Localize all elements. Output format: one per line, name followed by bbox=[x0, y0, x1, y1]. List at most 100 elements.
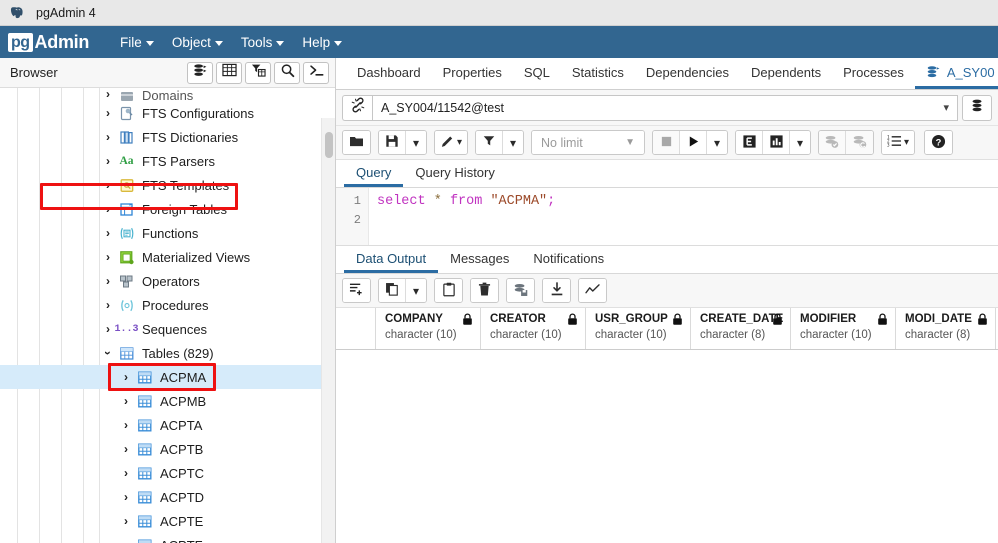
query-tab-query[interactable]: Query bbox=[344, 160, 404, 187]
execute-query-button[interactable] bbox=[680, 131, 708, 154]
chevron-down-icon[interactable]: ▾ bbox=[943, 101, 949, 114]
copy-dropdown-button[interactable]: ▾ bbox=[406, 279, 426, 302]
macros-button[interactable]: 1 2 3 ▾ bbox=[882, 131, 915, 154]
menu-help[interactable]: Help bbox=[293, 31, 351, 54]
filter-button[interactable] bbox=[476, 131, 504, 154]
chevron-right-icon[interactable]: › bbox=[118, 443, 134, 455]
rollback-button[interactable] bbox=[846, 131, 874, 154]
paste-button[interactable] bbox=[435, 279, 462, 302]
add-row-button[interactable] bbox=[343, 279, 370, 302]
tree-item-foreign-tables[interactable]: › Foreign Tables bbox=[0, 197, 335, 221]
grid-column-header-usr_group[interactable]: USR_GROUP character (10) bbox=[586, 308, 691, 349]
save-dropdown-button[interactable]: ▾ bbox=[406, 131, 426, 154]
search-objects-button[interactable] bbox=[274, 61, 300, 84]
tree-item-materialized-views[interactable]: › Materialized Views bbox=[0, 245, 335, 269]
tree-item-acptf[interactable]: › ACPTF bbox=[0, 533, 335, 543]
tree-item-fts-configurations[interactable]: › FTS Configurations bbox=[0, 101, 335, 125]
grid-column-header-creator[interactable]: CREATOR character (10) bbox=[481, 308, 586, 349]
tree-item-functions[interactable]: › Functions bbox=[0, 221, 335, 245]
menu-file[interactable]: File bbox=[111, 31, 163, 54]
tree-item-acpta[interactable]: › ACPTA bbox=[0, 413, 335, 437]
delete-row-button[interactable] bbox=[471, 279, 498, 302]
explain-button[interactable] bbox=[736, 131, 764, 154]
tab-properties[interactable]: Properties bbox=[432, 58, 513, 89]
edit-button[interactable]: ▾ bbox=[435, 131, 468, 154]
copy-button[interactable] bbox=[379, 279, 406, 302]
chevron-down-icon[interactable]: › bbox=[101, 345, 115, 361]
chevron-right-icon[interactable]: › bbox=[100, 275, 116, 287]
tab-statistics[interactable]: Statistics bbox=[561, 58, 635, 89]
tree-item-operators[interactable]: › Operators bbox=[0, 269, 335, 293]
psql-tool-button[interactable] bbox=[303, 61, 329, 84]
row-limit-select[interactable]: No limit ▼ bbox=[532, 131, 645, 154]
chevron-right-icon[interactable]: › bbox=[100, 88, 116, 100]
tab-dashboard[interactable]: Dashboard bbox=[346, 58, 432, 89]
tree-item-acptb[interactable]: › ACPTB bbox=[0, 437, 335, 461]
explain-analyze-button[interactable] bbox=[763, 131, 791, 154]
tab-dependencies[interactable]: Dependencies bbox=[635, 58, 740, 89]
tree-item-acpmb[interactable]: › ACPMB bbox=[0, 389, 335, 413]
chevron-right-icon[interactable]: › bbox=[100, 203, 116, 215]
save-file-button[interactable] bbox=[379, 131, 406, 154]
chevron-right-icon[interactable]: › bbox=[100, 227, 116, 239]
query-tab-query-history[interactable]: Query History bbox=[403, 160, 506, 187]
output-tab-messages[interactable]: Messages bbox=[438, 246, 521, 273]
chevron-right-icon[interactable]: › bbox=[100, 251, 116, 263]
chevron-right-icon[interactable]: › bbox=[100, 155, 116, 167]
tab-a-sy00[interactable]: A_SY00 bbox=[914, 58, 998, 89]
chevron-right-icon[interactable]: › bbox=[100, 179, 116, 191]
browser-scrollbar[interactable] bbox=[321, 118, 335, 543]
graph-visualiser-button[interactable] bbox=[579, 279, 606, 302]
result-grid[interactable]: COMPANY character (10) CREATOR character (1… bbox=[336, 308, 998, 543]
help-button[interactable]: ? bbox=[925, 131, 953, 154]
tree-item-tables-829[interactable]: › Tables (829) bbox=[0, 341, 335, 365]
stop-query-button[interactable] bbox=[653, 131, 681, 154]
tree-item-sequences[interactable]: › 1..3 Sequences bbox=[0, 317, 335, 341]
chevron-right-icon[interactable]: › bbox=[100, 131, 116, 143]
chevron-right-icon[interactable]: › bbox=[118, 515, 134, 527]
tree-item-acptd[interactable]: › ACPTD bbox=[0, 485, 335, 509]
menu-object[interactable]: Object bbox=[163, 31, 232, 54]
download-csv-button[interactable] bbox=[543, 279, 570, 302]
tree-item-acpte[interactable]: › ACPTE bbox=[0, 509, 335, 533]
chevron-right-icon[interactable]: › bbox=[118, 467, 134, 479]
grid-column-header-create_date[interactable]: CREATE_DATE character (8) bbox=[691, 308, 791, 349]
tree-item-fts-parsers[interactable]: › Aa FTS Parsers bbox=[0, 149, 335, 173]
chevron-right-icon[interactable]: › bbox=[118, 419, 134, 431]
chevron-right-icon[interactable]: › bbox=[118, 395, 134, 407]
object-tree[interactable]: › Domains › FTS Configurations › FTS Dictiona… bbox=[0, 88, 335, 543]
filter-objects-button[interactable] bbox=[245, 61, 271, 84]
grid-column-header-company[interactable]: COMPANY character (10) bbox=[376, 308, 481, 349]
sql-editor[interactable]: 12 select * from "ACPMA"; bbox=[336, 188, 998, 246]
tree-item-domains[interactable]: › Domains bbox=[0, 88, 335, 101]
chevron-right-icon[interactable]: › bbox=[118, 491, 134, 503]
tree-item-acptc[interactable]: › ACPTC bbox=[0, 461, 335, 485]
chevron-right-icon[interactable]: › bbox=[100, 107, 116, 119]
browser-scrollbar-thumb[interactable] bbox=[325, 132, 333, 158]
object-tree-container[interactable]: › Domains › FTS Configurations › FTS Dictiona… bbox=[0, 88, 335, 543]
grid-column-header-modifier[interactable]: MODIFIER character (10) bbox=[791, 308, 896, 349]
tree-item-procedures[interactable]: › Procedures bbox=[0, 293, 335, 317]
chevron-right-icon[interactable]: › bbox=[100, 299, 116, 311]
open-file-button[interactable] bbox=[343, 131, 370, 154]
connection-status-button[interactable] bbox=[342, 94, 372, 121]
object-grid-button[interactable] bbox=[216, 61, 242, 84]
sql-code-area[interactable]: select * from "ACPMA"; bbox=[369, 188, 998, 245]
execute-dropdown-button[interactable]: ▾ bbox=[707, 131, 728, 154]
menu-tools[interactable]: Tools bbox=[232, 31, 294, 54]
tab-sql[interactable]: SQL bbox=[513, 58, 561, 89]
connection-select[interactable]: A_SY004/11542@test ▾ bbox=[372, 94, 958, 121]
filter-dropdown-button[interactable]: ▾ bbox=[503, 131, 524, 154]
tree-item-acpma[interactable]: › ACPMA bbox=[0, 365, 335, 389]
explain-options-button[interactable]: ▾ bbox=[790, 131, 811, 154]
save-data-changes-button[interactable] bbox=[507, 279, 534, 302]
result-grid-body[interactable] bbox=[336, 350, 998, 543]
output-tab-notifications[interactable]: Notifications bbox=[521, 246, 616, 273]
tree-item-fts-dictionaries[interactable]: › FTS Dictionaries bbox=[0, 125, 335, 149]
chevron-right-icon[interactable]: › bbox=[118, 371, 134, 383]
commit-button[interactable] bbox=[819, 131, 847, 154]
grid-column-header-modi_date[interactable]: MODI_DATE character (8) bbox=[896, 308, 996, 349]
tab-processes[interactable]: Processes bbox=[832, 58, 915, 89]
output-tab-data-output[interactable]: Data Output bbox=[344, 246, 439, 273]
chevron-right-icon[interactable]: › bbox=[118, 539, 134, 543]
